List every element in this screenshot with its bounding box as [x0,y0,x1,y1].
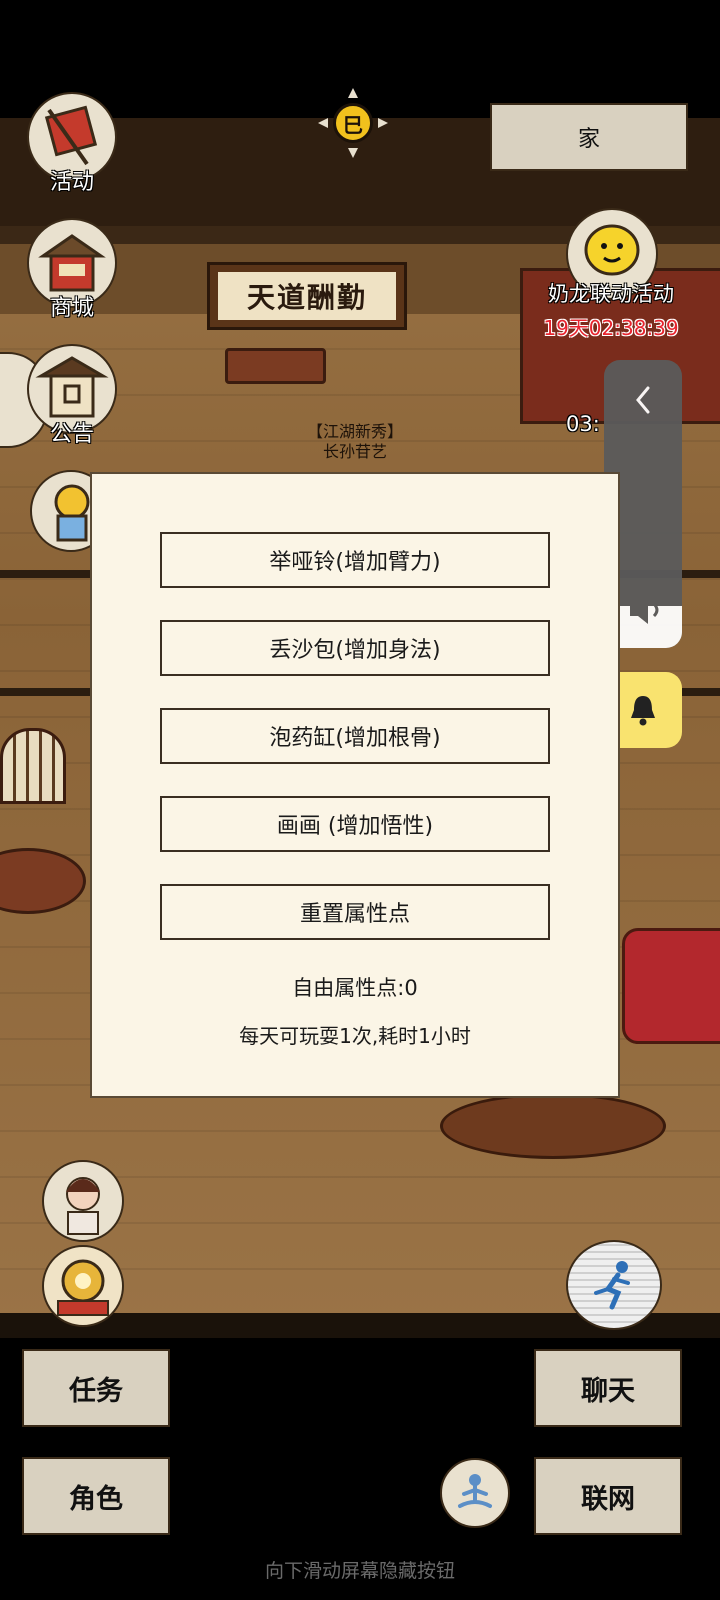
reset-attributes-button[interactable]: 重置属性点 [160,884,550,940]
time-sun-icon[interactable]: 巳 [318,88,388,158]
shop-label[interactable]: 商城 [22,290,122,322]
event-title[interactable]: 奶龙联动活动 [536,278,686,308]
run-action-button[interactable] [566,1240,662,1330]
sun-glyph: 巳 [333,103,373,143]
npc-title: 【江湖新秀】 [306,422,403,441]
option-painting-button[interactable]: 画画 (增加悟性) [160,796,550,852]
low-desk [225,348,326,384]
option-dumbbell-button[interactable]: 举哑铃(增加臂力) [160,532,550,588]
hide-buttons-hint: 向下滑动屏幕隐藏按钮 [264,1560,455,1582]
option-sandbag-button[interactable]: 丢沙包(增加身法) [160,620,550,676]
red-sofa [622,928,720,1044]
notice-label[interactable]: 公告 [22,416,122,448]
hall-sign: 天道酬勤 [207,262,407,330]
round-table [0,848,86,914]
option-herb-bath-button[interactable]: 泡药缸(增加根骨) [160,708,550,764]
npc-name-tag[interactable]: 【江湖新秀】 长孙苷艺 [300,422,410,462]
achievement-badge-icon[interactable] [42,1245,124,1327]
role-button[interactable]: 角色 [22,1457,170,1535]
activity-label[interactable]: 活动 [22,164,122,196]
attribute-training-dialog: 举哑铃(增加臂力) 丢沙包(增加身法) 泡药缸(增加根骨) 画画 (增加悟性) … [90,472,620,1098]
home-button[interactable]: 家 [490,103,688,171]
npc-name: 长孙苷艺 [322,442,387,461]
tree-stump-table [440,1093,666,1159]
runner-icon [594,1261,630,1310]
bell-icon [631,696,655,726]
companion-avatar[interactable] [42,1160,124,1242]
task-button[interactable]: 任务 [22,1349,170,1427]
portrait-icon [66,1177,100,1235]
event-countdown: 19天02:38:39 [543,316,679,340]
sign-text: 天道酬勤 [218,272,396,320]
free-points-text: 自由属性点:0 [292,976,418,1000]
meditate-button[interactable] [440,1458,510,1528]
sun-ray [378,118,388,128]
sun-ray [318,118,328,128]
chat-button[interactable]: 聊天 [534,1349,682,1427]
screen-chair [0,728,66,804]
meditation-icon [458,1474,492,1508]
medal-icon [57,1259,109,1316]
chevron-left-icon[interactable] [604,366,682,426]
sun-ray [348,148,358,158]
sun-ray [348,88,358,98]
play-limit-note: 每天可玩耍1次,耗时1小时 [239,1024,471,1048]
network-button[interactable]: 联网 [534,1457,682,1535]
